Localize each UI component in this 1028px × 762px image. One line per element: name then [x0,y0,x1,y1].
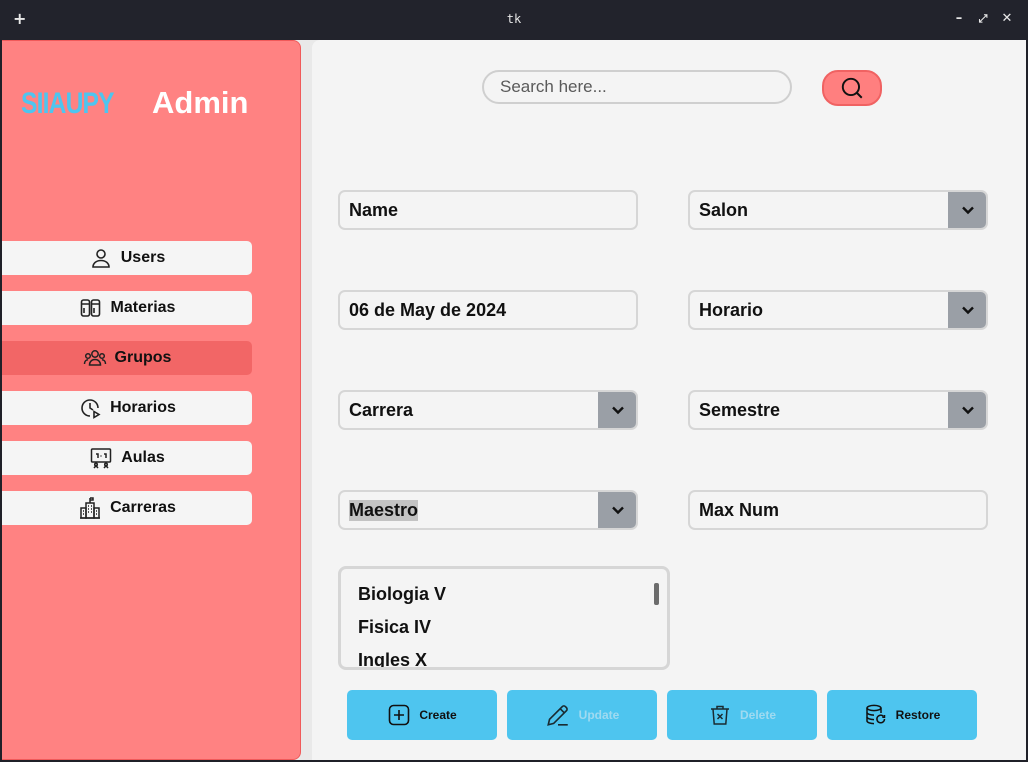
app-client-area: SIIAUPY Admin Users Materias Grupos Hora… [2,40,1026,760]
chevron-down-icon [962,206,974,215]
materias-listbox[interactable]: Biologia V Fisica IV Ingles X [338,566,670,670]
maximize-icon[interactable]: ⤢ [974,10,992,28]
group-icon [83,350,106,366]
max-num-field[interactable]: Max Num [688,490,988,530]
maestro-dropdown-button[interactable] [598,492,636,528]
user-icon [91,249,110,268]
pencil-icon [546,705,568,726]
horario-combobox[interactable]: Horario [688,290,988,330]
sidebar-item-label: Materias [110,299,176,316]
delete-button-label: Delete [739,708,777,722]
chevron-down-icon [962,406,974,415]
name-field-value: Name [349,199,399,220]
salon-dropdown-button[interactable] [948,192,986,228]
building-icon [80,497,101,519]
search-button[interactable] [822,70,882,106]
semestre-combobox-value: Semestre [699,399,781,420]
date-field-value: 06 de May de 2024 [349,299,507,320]
chevron-down-icon [612,406,624,415]
sidebar-item-label: Horarios [110,399,176,416]
trash-x-icon [710,705,729,725]
books-icon [80,299,100,317]
create-button-label: Create [419,708,457,722]
name-field[interactable]: Name [338,190,638,230]
clock-play-icon [81,399,101,419]
minimize-icon[interactable]: – [950,10,968,28]
sidebar-item-materias[interactable]: Materias [2,291,252,325]
restore-button-label: Restore [895,708,941,722]
horario-combobox-value: Horario [699,299,764,320]
listbox-scrollbar[interactable] [654,583,659,605]
update-button[interactable]: Update [507,690,657,740]
horario-dropdown-button[interactable] [948,292,986,328]
database-restore-icon [865,704,885,725]
window-titlebar: + tk – ⤢ ✕ [0,0,1028,40]
carrera-combobox[interactable]: Carrera [338,390,638,430]
semestre-dropdown-button[interactable] [948,392,986,428]
sidebar-item-horarios[interactable]: Horarios [2,391,252,425]
sidebar: SIIAUPY Admin Users Materias Grupos Hora… [2,40,301,760]
semestre-combobox[interactable]: Semestre [688,390,988,430]
carrera-dropdown-button[interactable] [598,392,636,428]
max-num-field-value: Max Num [699,499,780,520]
sidebar-item-label: Carreras [110,499,176,516]
sidebar-item-grupos[interactable]: Grupos [2,341,252,375]
date-field[interactable]: 06 de May de 2024 [338,290,638,330]
window-title: tk [506,12,522,26]
sidebar-item-label: Aulas [121,449,165,466]
app-logo: SIIAUPY [21,87,115,120]
maestro-combobox-value: Maestro [349,499,419,521]
main-panel: Name Salon 06 de May de 2024 Horario Car… [312,40,1026,760]
sidebar-item-carreras[interactable]: Carreras [2,491,252,525]
chevron-down-icon [612,506,624,515]
salon-combobox[interactable]: Salon [688,190,988,230]
sidebar-item-label: Users [120,249,166,266]
update-button-label: Update [578,708,620,722]
list-item[interactable]: Fisica IV [358,614,667,647]
delete-button[interactable]: Delete [667,690,817,740]
sidebar-item-label: Grupos [114,349,172,366]
carrera-combobox-value: Carrera [349,399,414,420]
close-icon[interactable]: ✕ [998,10,1016,28]
sidebar-item-aulas[interactable]: Aulas [2,441,252,475]
search-icon [841,77,863,99]
list-item[interactable]: Ingles X [358,647,667,667]
chevron-down-icon [962,306,974,315]
maestro-combobox[interactable]: Maestro [338,490,638,530]
search-input[interactable] [482,70,792,104]
classroom-board-icon [90,448,112,469]
restore-button[interactable]: Restore [827,690,977,740]
plus-square-icon [389,704,410,726]
list-item[interactable]: Biologia V [358,581,667,614]
create-button[interactable]: Create [347,690,497,740]
user-role-title: Admin [152,85,249,120]
sidebar-item-users[interactable]: Users [2,241,252,275]
salon-combobox-value: Salon [699,199,749,220]
